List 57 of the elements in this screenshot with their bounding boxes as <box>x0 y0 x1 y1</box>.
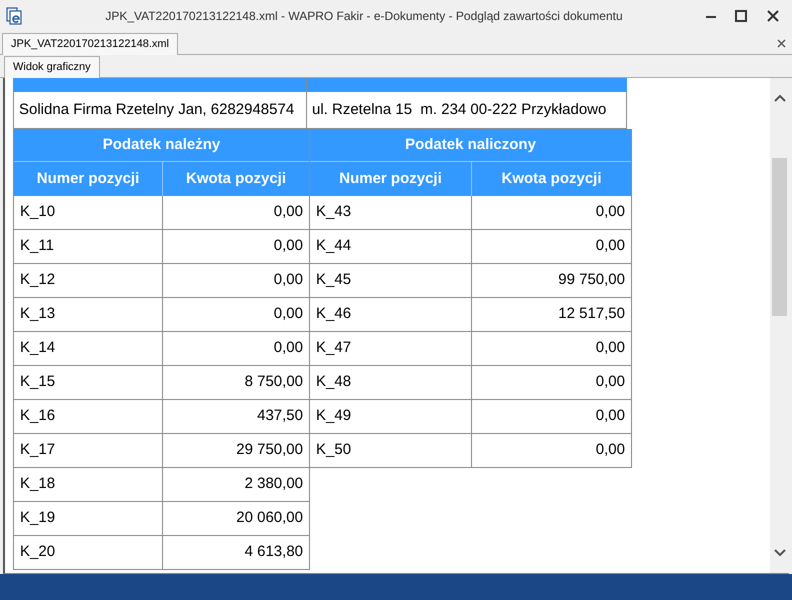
close-icon[interactable] <box>777 39 786 48</box>
app-logo-icon <box>6 7 24 25</box>
table-cell-text: 99 750,00 <box>557 270 626 290</box>
table-cell-text: 0,00 <box>272 304 304 324</box>
table-cell-text: 29 750,00 <box>235 440 304 460</box>
table-cell-text: 0,00 <box>594 406 626 426</box>
table-cell: ul. Rzetelna 15 m. 234 00-222 Przykładowo <box>307 92 627 128</box>
table-cell: K_45 <box>310 264 472 297</box>
table-cell-text: 12 517,50 <box>557 304 626 324</box>
table-cell: K_19 <box>14 502 163 535</box>
scroll-down-icon[interactable] <box>774 549 786 557</box>
table-cell: K_43 <box>310 196 472 229</box>
section-header: Podatek należny <box>14 129 309 162</box>
table-cell: K_12 <box>14 264 163 297</box>
table-cell-text: 0,00 <box>272 338 304 358</box>
maximize-icon[interactable] <box>734 9 748 23</box>
table-cell-text: 0,00 <box>272 236 304 256</box>
document-tab[interactable]: JPK_VAT220170213122148.xml <box>2 33 178 55</box>
table-cell-text: 2 380,00 <box>244 474 304 494</box>
column-header: Kwota pozycji <box>472 162 631 196</box>
table-cell-text: 20 060,00 <box>235 508 304 528</box>
table-cell: K_16 <box>14 400 163 433</box>
table-cell: K_14 <box>14 332 163 365</box>
table-cell: K_49 <box>310 400 472 433</box>
table-cell-text: 0,00 <box>272 270 304 290</box>
table-cell: K_50 <box>310 434 472 467</box>
table-cell-text: 0,00 <box>594 236 626 256</box>
scroll-up-icon[interactable] <box>774 94 786 102</box>
table-cell: K_13 <box>14 298 163 331</box>
table-cell-text: 0,00 <box>594 338 626 358</box>
scrollbar-thumb[interactable] <box>772 158 787 316</box>
table-cell: K_20 <box>14 536 163 569</box>
table-cell-text: 0,00 <box>594 372 626 392</box>
table-cell: K_44 <box>310 230 472 263</box>
table-cell: K_46 <box>310 298 472 331</box>
table-cell: K_15 <box>14 366 163 399</box>
column-header: Kwota pozycji <box>163 162 309 196</box>
window-title: JPK_VAT220170213122148.xml - WAPRO Fakir - e-Dokumenty - Podgląd zawartości dokumentu <box>104 8 624 25</box>
view-tab[interactable]: Widok graficzny <box>4 56 100 78</box>
scrollbar[interactable] <box>770 78 789 573</box>
table-cell-text: 4 613,80 <box>244 542 304 562</box>
table-cell-text: 437,50 <box>256 406 304 426</box>
table-cell-text: 8 750,00 <box>244 372 304 392</box>
table-cell: K_18 <box>14 468 163 501</box>
table-cell: K_11 <box>14 230 163 263</box>
table-cell: K_48 <box>310 366 472 399</box>
section-header: Podatek naliczony <box>310 129 631 162</box>
column-header: Numer pozycji <box>310 162 472 196</box>
table-cell-text: 0,00 <box>594 202 626 222</box>
table-cell: K_10 <box>14 196 163 229</box>
column-header: Numer pozycji <box>14 162 163 196</box>
table-cell: K_17 <box>14 434 163 467</box>
table-cell: K_47 <box>310 332 472 365</box>
table-cell-text: 0,00 <box>594 440 626 460</box>
table-cell: Solidna Firma Rzetelny Jan, 6282948574 <box>13 92 307 128</box>
table-cell-text: 0,00 <box>272 202 304 222</box>
close-icon[interactable] <box>766 9 780 23</box>
